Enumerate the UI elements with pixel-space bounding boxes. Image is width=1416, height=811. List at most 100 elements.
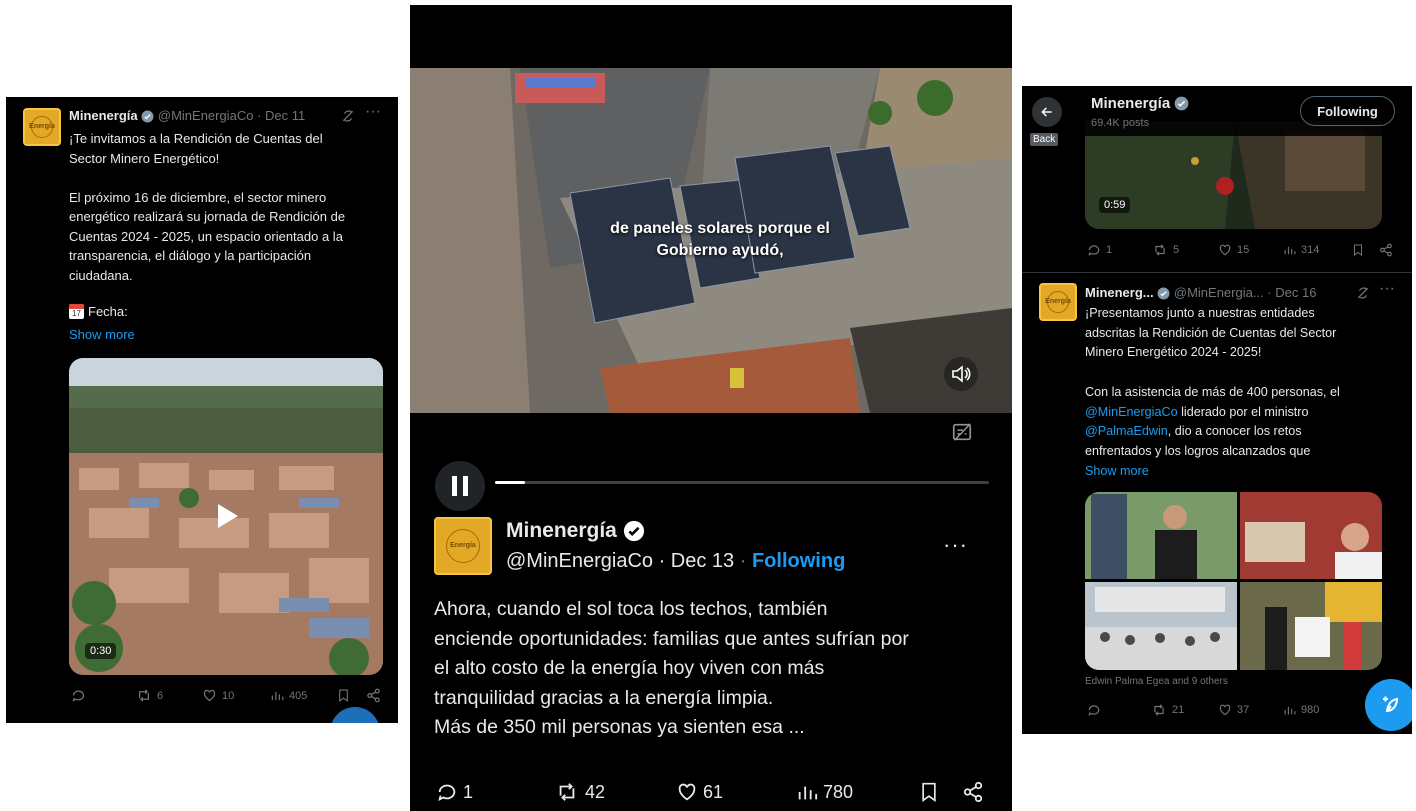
- repost-button[interactable]: 6: [136, 688, 163, 703]
- prev-views-button[interactable]: 314: [1283, 243, 1319, 257]
- display-name[interactable]: Minenerg...: [1085, 285, 1154, 300]
- event-photos[interactable]: [1085, 492, 1382, 670]
- text-line: adscritas la Rendición de Cuentas del Se…: [1085, 325, 1337, 340]
- prev-reply-button[interactable]: 1: [1087, 243, 1112, 257]
- verified-badge-icon: [1157, 287, 1170, 300]
- following-link[interactable]: Following: [752, 550, 845, 572]
- tweet-date[interactable]: · Dec 13: [659, 550, 735, 572]
- like-button[interactable]: 37: [1218, 703, 1249, 717]
- avatar[interactable]: Energía: [23, 108, 61, 146]
- reply-button[interactable]: 1: [436, 781, 473, 803]
- compose-fab-partial[interactable]: [330, 707, 380, 723]
- view-count: 980: [1301, 704, 1320, 716]
- compose-post-button[interactable]: [1365, 679, 1412, 731]
- display-name[interactable]: Minenergía: [69, 108, 138, 123]
- avatar-label: Energía: [29, 123, 55, 131]
- feather-plus-icon: [1383, 696, 1399, 713]
- more-icon[interactable]: ···: [943, 532, 968, 558]
- play-icon[interactable]: [216, 502, 240, 530]
- photo-4: [1240, 582, 1382, 670]
- profile-title: Minenergía: [1091, 95, 1189, 112]
- text-line: ¡Presentamos junto a nuestras entidades: [1085, 306, 1315, 320]
- previous-video-thumbnail[interactable]: 0:59: [1085, 121, 1382, 229]
- video-duration: 0:30: [85, 643, 117, 659]
- video-frame[interactable]: de paneles solares porque el Gobierno ay…: [410, 68, 1012, 413]
- pause-icon: [452, 476, 468, 496]
- photo-grid: [1085, 492, 1382, 670]
- views-icon: [1284, 706, 1296, 715]
- tweet-date[interactable]: · Dec 11: [257, 108, 305, 123]
- like-button[interactable]: 10: [202, 688, 234, 703]
- repost-count: 6: [157, 689, 164, 702]
- views-icon: [798, 786, 818, 800]
- more-icon[interactable]: ···: [365, 103, 381, 121]
- video-thumbnail[interactable]: 0:30: [69, 358, 383, 675]
- share-icon[interactable]: [366, 688, 381, 703]
- prev-like-button[interactable]: 15: [1218, 243, 1249, 257]
- heart-icon: [678, 783, 696, 801]
- photo-1: [1085, 492, 1237, 579]
- tweet-text: Ahora, cuando el sol toca los techos, ta…: [434, 598, 909, 738]
- reply-button[interactable]: [71, 688, 91, 703]
- text-fragment: , dio a conocer los retos: [1167, 424, 1302, 439]
- views-button[interactable]: 780: [796, 781, 853, 803]
- bookmark-icon[interactable]: [919, 781, 939, 803]
- prev-repost-button[interactable]: 5: [1152, 243, 1179, 257]
- divider: [1022, 272, 1412, 273]
- video-duration: 0:59: [1099, 197, 1131, 213]
- reply-icon: [1088, 245, 1100, 256]
- back-button[interactable]: [1032, 97, 1062, 127]
- tagged-people[interactable]: Edwin Palma Egea and 9 others: [1085, 676, 1228, 687]
- progress-fill: [495, 481, 525, 484]
- heart-icon: [1219, 704, 1231, 716]
- mention-palmaedwin[interactable]: @PalmaEdwin: [1085, 424, 1168, 438]
- views-button[interactable]: 980: [1283, 703, 1319, 717]
- like-count: 15: [1237, 244, 1250, 256]
- share-icon[interactable]: [962, 781, 984, 803]
- bookmark-icon[interactable]: [1352, 243, 1364, 257]
- grok-icon[interactable]: [1356, 286, 1370, 300]
- like-count: 61: [703, 781, 724, 802]
- show-more-link[interactable]: Show more: [1085, 462, 1405, 482]
- bookmark-icon[interactable]: [337, 688, 350, 703]
- video-progress-bar[interactable]: [495, 481, 989, 484]
- heart-icon: [203, 689, 216, 702]
- repost-icon: [559, 783, 575, 801]
- handle[interactable]: @MinEnergiaCo: [158, 108, 254, 123]
- verified-badge-icon: [141, 110, 154, 123]
- repost-icon: [139, 689, 149, 702]
- show-more-link[interactable]: Show more: [69, 327, 135, 342]
- like-button[interactable]: 61: [676, 781, 723, 803]
- repost-button[interactable]: 21: [1151, 703, 1184, 717]
- views-icon: [1284, 246, 1296, 255]
- captions-icon[interactable]: [951, 421, 973, 443]
- following-button[interactable]: Following: [1300, 96, 1395, 126]
- grok-icon[interactable]: [341, 109, 355, 123]
- more-icon[interactable]: ···: [1379, 280, 1395, 298]
- view-count: 405: [289, 689, 308, 702]
- view-count: 314: [1301, 244, 1320, 256]
- display-name[interactable]: Minenergía: [506, 519, 617, 543]
- volume-icon[interactable]: [944, 357, 978, 391]
- handle[interactable]: @MinEnergia...: [1174, 285, 1264, 300]
- avatar[interactable]: Energía: [1039, 283, 1077, 321]
- handle[interactable]: @MinEnergiaCo: [506, 550, 653, 572]
- author-row: Minenergía: [506, 519, 645, 543]
- mention-minenergiaco[interactable]: @MinEnergiaCo: [1085, 405, 1178, 419]
- text-line: Con la asistencia de más de 400 personas…: [1085, 384, 1340, 399]
- repost-icon: [1154, 704, 1164, 716]
- avatar[interactable]: Energía: [434, 517, 492, 575]
- tweet-text: ¡Presentamos junto a nuestras entidades …: [1085, 304, 1405, 481]
- pause-button[interactable]: [435, 461, 485, 511]
- reply-button[interactable]: [1087, 703, 1106, 717]
- views-button[interactable]: 405: [270, 688, 307, 703]
- tweet-text: ¡Te invitamos a la Rendición de Cuentas …: [69, 131, 346, 283]
- repost-button[interactable]: 42: [554, 781, 605, 803]
- tweet-header: Minenerg... @MinEnergia... · Dec 16: [1085, 285, 1316, 300]
- reply-icon: [438, 784, 456, 802]
- photo-3: [1085, 582, 1237, 670]
- share-icon[interactable]: [1379, 243, 1393, 257]
- avatar-label: Energía: [1045, 298, 1071, 306]
- christmas-scene-image: [1085, 121, 1382, 229]
- tweet-date[interactable]: · Dec 16: [1267, 285, 1316, 300]
